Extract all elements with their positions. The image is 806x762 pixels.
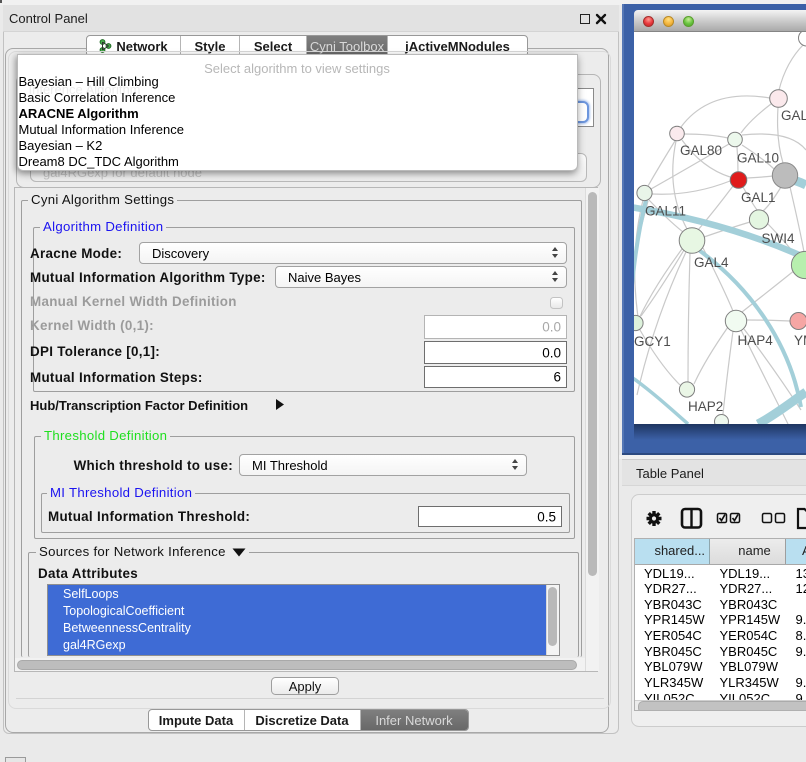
svg-text:HAP2: HAP2 xyxy=(688,399,723,414)
svg-text:HAP4: HAP4 xyxy=(738,333,774,348)
svg-text:SWI4: SWI4 xyxy=(762,231,795,246)
svg-text:GAL1: GAL1 xyxy=(741,190,776,205)
svg-text:GAL4: GAL4 xyxy=(694,255,729,270)
svg-text:GCY1: GCY1 xyxy=(634,334,671,349)
svg-text:YM: YM xyxy=(794,333,806,348)
svg-text:GAL11: GAL11 xyxy=(645,204,686,219)
svg-text:GAL80: GAL80 xyxy=(680,143,722,158)
svg-text:GAL10: GAL10 xyxy=(737,151,779,166)
svg-text:GAL2: GAL2 xyxy=(781,108,806,123)
